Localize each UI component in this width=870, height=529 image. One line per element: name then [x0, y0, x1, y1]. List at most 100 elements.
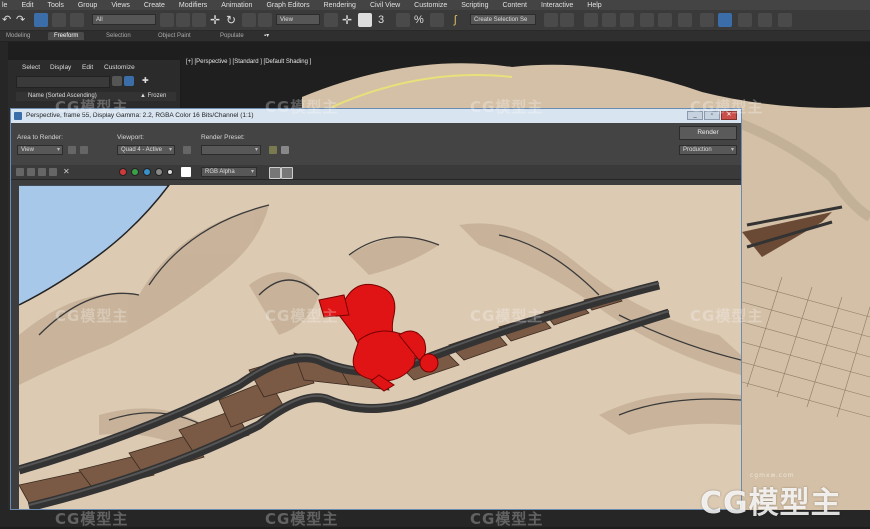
reference-coord-dropdown[interactable]: View	[276, 14, 320, 25]
alpha-channel-icon[interactable]	[155, 168, 163, 176]
swatch-icon[interactable]	[181, 167, 191, 177]
red-channel-icon[interactable]	[119, 168, 127, 176]
menu-item[interactable]: Create	[144, 2, 165, 9]
blue-channel-icon[interactable]	[143, 168, 151, 176]
left-strip	[0, 42, 8, 510]
ribbon-tabs: Modeling Freeform Selection Object Paint…	[0, 31, 870, 42]
explorer-menu-customize[interactable]: Customize	[104, 64, 135, 71]
area-to-render-dropdown[interactable]: View	[17, 145, 63, 155]
menu-item[interactable]: Tools	[48, 2, 64, 9]
link-icon[interactable]	[34, 13, 48, 27]
save-icon[interactable]	[16, 168, 24, 176]
menu-item[interactable]: Edit	[21, 2, 33, 9]
spinner-snap-icon[interactable]	[430, 13, 444, 27]
menu-bar: le Edit Tools Group Views Create Modifie…	[0, 0, 870, 10]
lock-viewport-icon[interactable]	[183, 146, 191, 154]
copy-icon[interactable]	[27, 168, 35, 176]
render-setup-icon[interactable]	[269, 146, 277, 154]
schematic-view-icon[interactable]	[658, 13, 672, 27]
bind-space-warp-icon[interactable]	[70, 13, 84, 27]
snap-icon[interactable]: 3	[378, 13, 392, 27]
scale-icon[interactable]	[242, 13, 256, 27]
render-setup-icon[interactable]	[700, 13, 714, 27]
clone-icon[interactable]	[38, 168, 46, 176]
area-to-render-label: Area to Render:	[17, 134, 63, 141]
explorer-menu-select[interactable]: Select	[22, 64, 40, 71]
mirror-icon[interactable]	[544, 13, 558, 27]
pivot-icon[interactable]	[324, 13, 338, 27]
select-object-icon[interactable]	[160, 13, 174, 27]
menu-item[interactable]: Graph Editors	[266, 2, 309, 9]
material-editor-icon[interactable]	[678, 13, 692, 27]
column-frozen[interactable]: ▲ Frozen	[140, 93, 166, 99]
tab-populate[interactable]: Populate	[220, 32, 244, 40]
align-icon[interactable]	[560, 13, 574, 27]
ribbon-options-icon[interactable]: ▪▾	[264, 32, 269, 40]
watermark: CG模型主	[55, 510, 129, 528]
render-mode-dropdown[interactable]: Production	[679, 145, 737, 155]
tab-selection[interactable]: Selection	[106, 32, 131, 40]
selection-region-icon[interactable]	[192, 13, 206, 27]
display-channel-dropdown[interactable]: RGB Alpha	[201, 167, 257, 177]
rotate-icon[interactable]: ↻	[226, 13, 240, 27]
menu-item[interactable]: Views	[111, 2, 130, 9]
render-preset-label: Render Preset:	[201, 134, 245, 141]
menu-item[interactable]: Customize	[414, 2, 447, 9]
undo-icon[interactable]: ↶	[2, 13, 16, 27]
move-icon[interactable]: ✛	[210, 13, 224, 27]
tab-modeling[interactable]: Modeling	[6, 32, 30, 40]
monochrome-icon[interactable]	[167, 169, 173, 175]
toggle-ribbon-icon[interactable]	[620, 13, 634, 27]
curve-editor-icon[interactable]	[640, 13, 654, 27]
render-in-cloud-icon[interactable]	[758, 13, 772, 27]
edit-region-icon[interactable]	[68, 146, 76, 154]
watermark: CG模型主	[690, 98, 764, 116]
menu-item[interactable]: Help	[587, 2, 601, 9]
explorer-menu-edit[interactable]: Edit	[82, 64, 93, 71]
clear-icon[interactable]: ✕	[63, 168, 71, 176]
a360-icon[interactable]	[778, 13, 792, 27]
viewport-dropdown[interactable]: Quad 4 - Active	[117, 145, 175, 155]
auto-region-icon[interactable]	[80, 146, 88, 154]
viewport-label[interactable]: [+] [Perspective ] [Standard ] [Default …	[186, 59, 311, 65]
unlink-icon[interactable]	[52, 13, 66, 27]
angle-snap-icon[interactable]	[396, 13, 410, 27]
filter-icon[interactable]	[112, 76, 122, 86]
menu-item[interactable]: le	[2, 2, 7, 9]
place-icon[interactable]	[258, 13, 272, 27]
named-selection-dropdown[interactable]: Create Selection Se	[470, 14, 536, 25]
explorer-menu-display[interactable]: Display	[50, 64, 71, 71]
green-channel-icon[interactable]	[131, 168, 139, 176]
rendered-frame-window-icon[interactable]	[718, 13, 732, 27]
toggle-ui-icon[interactable]	[281, 167, 293, 179]
menu-item[interactable]: Content	[502, 2, 527, 9]
environment-effects-icon[interactable]	[281, 146, 289, 154]
add-layer-icon[interactable]: ✚	[142, 76, 152, 86]
keyboard-shortcut-icon[interactable]	[358, 13, 372, 27]
toggle-scene-explorer-icon[interactable]	[584, 13, 598, 27]
edit-named-selection-icon[interactable]: ʃ	[454, 13, 468, 27]
toggle-ui-overlay-icon[interactable]	[269, 167, 281, 179]
redo-icon[interactable]: ↷	[16, 13, 30, 27]
render-preset-dropdown[interactable]	[201, 145, 261, 155]
menu-item[interactable]: Civil View	[370, 2, 400, 9]
find-icon[interactable]	[124, 76, 134, 86]
menu-item[interactable]: Scripting	[461, 2, 488, 9]
render-button[interactable]: Render	[679, 126, 737, 140]
menu-item[interactable]: Interactive	[541, 2, 573, 9]
tab-freeform[interactable]: Freeform	[48, 32, 85, 40]
print-icon[interactable]	[49, 168, 57, 176]
menu-item[interactable]: Rendering	[324, 2, 356, 9]
watermark: CG模型主	[470, 307, 544, 325]
render-production-icon[interactable]	[738, 13, 752, 27]
toggle-layer-explorer-icon[interactable]	[602, 13, 616, 27]
explorer-search-input[interactable]	[16, 76, 110, 88]
menu-item[interactable]: Animation	[221, 2, 252, 9]
menu-item[interactable]: Modifiers	[179, 2, 207, 9]
select-by-name-icon[interactable]	[176, 13, 190, 27]
tab-object-paint[interactable]: Object Paint	[158, 32, 191, 40]
percent-snap-icon[interactable]: %	[414, 13, 428, 27]
menu-item[interactable]: Group	[78, 2, 97, 9]
selection-filter-dropdown[interactable]: All	[92, 14, 156, 25]
select-manipulate-icon[interactable]: ✛	[342, 13, 356, 27]
